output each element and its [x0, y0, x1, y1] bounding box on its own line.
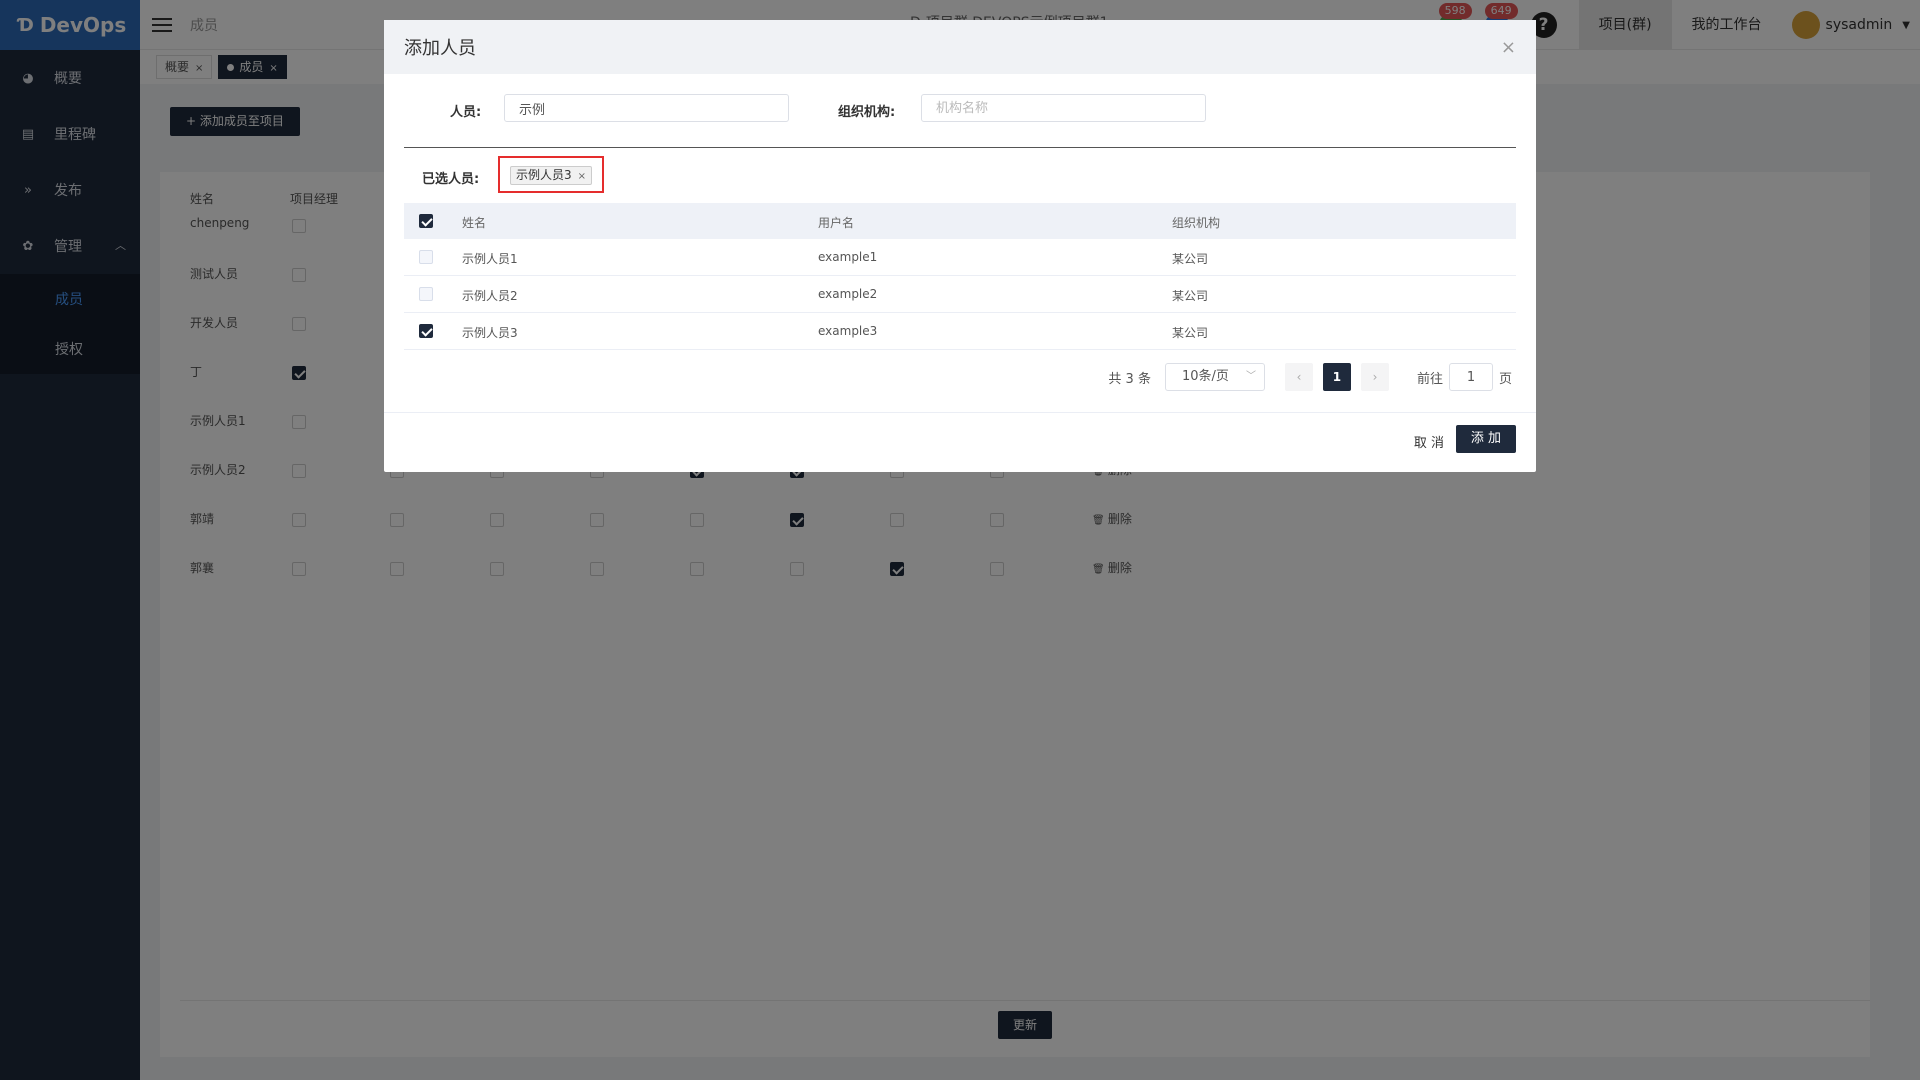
table-row[interactable]: 示例人员2 example2 某公司 — [404, 276, 1516, 313]
person-name: 示例人员1 — [462, 252, 518, 266]
table-row[interactable]: 示例人员3 example3 某公司 — [404, 313, 1516, 350]
page-size-value: 10条/页 — [1181, 369, 1229, 384]
chip-label: 示例人员3 — [516, 168, 572, 182]
person-search-input[interactable] — [504, 94, 789, 122]
divider — [384, 412, 1536, 413]
next-page-button[interactable]: › — [1360, 363, 1389, 391]
cancel-button[interactable]: 取 消 — [1414, 430, 1444, 458]
selected-highlight-box: 示例人员3 × — [498, 156, 604, 193]
row-checkbox[interactable] — [419, 250, 433, 264]
dialog-title: 添加人员 — [404, 38, 476, 59]
page-unit-label: 页 — [1498, 371, 1512, 387]
row-checkbox[interactable] — [419, 324, 433, 338]
selected-label: 已选人员: — [422, 172, 480, 187]
prev-page-button[interactable]: ‹ — [1284, 363, 1313, 391]
person-org: 某公司 — [1172, 252, 1209, 266]
table-header: 姓名 用户名 组织机构 — [404, 203, 1516, 239]
person-username: example1 — [818, 250, 878, 264]
divider — [404, 147, 1516, 148]
column-header-username: 用户名 — [818, 216, 855, 230]
selected-people: 已选人员: 示例人员3 × — [384, 156, 1536, 196]
close-icon[interactable]: × — [1501, 37, 1516, 58]
org-label: 组织机构: — [838, 105, 896, 120]
selected-person-chip[interactable]: 示例人员3 × — [510, 166, 593, 185]
dialog-header: 添加人员 × — [384, 20, 1536, 74]
pagination-total: 共 3 条 — [1108, 371, 1151, 387]
row-checkbox[interactable] — [419, 287, 433, 301]
goto-page-input[interactable] — [1448, 363, 1493, 391]
page-number-button[interactable]: 1 — [1322, 363, 1351, 391]
person-org: 某公司 — [1172, 326, 1209, 340]
person-username: example3 — [818, 324, 878, 338]
person-table: 姓名 用户名 组织机构 示例人员1 example1 某公司 示例人员2 example… — [404, 203, 1516, 350]
pagination: 共 3 条 10条/页 ﹀ ‹ 1 › 前往 页 — [1108, 363, 1512, 391]
search-form: 人员: 组织机构: — [384, 94, 1536, 124]
table-row[interactable]: 示例人员1 example1 某公司 — [404, 239, 1516, 276]
close-icon[interactable]: × — [578, 171, 586, 182]
add-person-dialog: 添加人员 × 人员: 组织机构: 已选人员: 示例人员3 × 姓名 用户名 组织机… — [384, 20, 1536, 472]
org-search-input[interactable] — [921, 94, 1206, 122]
column-header-org: 组织机构 — [1172, 216, 1221, 230]
goto-label: 前往 — [1416, 371, 1443, 387]
chevron-down-icon: ﹀ — [1245, 371, 1256, 382]
select-all-checkbox[interactable] — [419, 214, 433, 228]
person-org: 某公司 — [1172, 289, 1209, 303]
page-size-select[interactable]: 10条/页 ﹀ — [1164, 363, 1265, 391]
person-username: example2 — [818, 287, 878, 301]
add-button[interactable]: 添 加 — [1456, 425, 1516, 453]
column-header-name: 姓名 — [462, 216, 487, 230]
person-label: 人员: — [450, 105, 482, 120]
person-name: 示例人员2 — [462, 289, 518, 303]
person-name: 示例人员3 — [462, 326, 518, 340]
